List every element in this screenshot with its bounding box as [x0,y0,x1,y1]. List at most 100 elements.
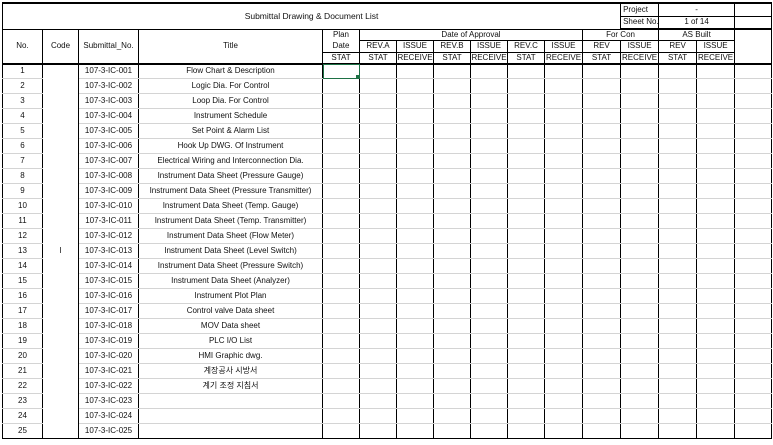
empty-cell[interactable] [544,348,583,364]
header-rev-c[interactable]: REV.C [507,40,545,53]
empty-cell[interactable] [433,123,471,139]
title-cell[interactable]: Instrument Data Sheet (Pressure Transmit… [138,183,323,199]
row-no-cell[interactable]: 7 [2,153,43,169]
empty-cell[interactable] [696,123,736,139]
empty-cell[interactable] [696,198,736,214]
empty-cell[interactable] [322,318,360,334]
empty-cell[interactable] [507,93,545,109]
header-receive-a[interactable]: RECEIVE [396,52,434,65]
empty-cell[interactable] [620,123,660,139]
empty-cell[interactable] [470,393,508,409]
row-no-cell[interactable]: 4 [2,108,43,124]
empty-cell[interactable] [322,228,360,244]
empty-cell[interactable] [544,228,583,244]
empty-cell[interactable] [582,408,622,424]
header-empty[interactable] [734,29,773,65]
empty-cell[interactable] [470,213,508,229]
empty-cell[interactable] [620,228,660,244]
empty-cell[interactable] [433,153,471,169]
empty-cell[interactable] [658,303,698,319]
header-rev-b[interactable]: REV.B [433,40,471,53]
empty-cell[interactable] [658,93,698,109]
empty-cell[interactable] [359,243,397,259]
empty-cell[interactable] [507,258,545,274]
empty-cell[interactable] [696,378,736,394]
empty-cell[interactable] [734,108,773,124]
empty-cell[interactable] [359,258,397,274]
empty-cell[interactable] [507,408,545,424]
empty-cell[interactable] [396,123,434,139]
empty-cell[interactable] [658,168,698,184]
empty-cell[interactable] [582,198,622,214]
empty-cell[interactable] [433,303,471,319]
title-cell[interactable]: Instrument Schedule [138,108,323,124]
title-cell[interactable]: Instrument Data Sheet (Flow Meter) [138,228,323,244]
empty-cell[interactable] [658,138,698,154]
sheet-no-label[interactable]: Sheet No. [620,16,660,30]
empty-cell[interactable] [359,138,397,154]
title-cell[interactable]: Loop Dia. For Control [138,93,323,109]
title-cell[interactable]: Instrument Data Sheet (Pressure Switch) [138,258,323,274]
header-for-con-receive[interactable]: RECEIVE [620,52,660,65]
submittal-no-cell[interactable]: 107-3-IC-004 [78,108,139,124]
empty-cell[interactable] [582,348,622,364]
title-cell[interactable]: Electrical Wiring and Interconnection Di… [138,153,323,169]
empty-cell[interactable] [396,138,434,154]
row-no-cell[interactable]: 1 [2,63,43,79]
empty-cell[interactable] [620,348,660,364]
empty-cell[interactable] [582,243,622,259]
empty-cell[interactable] [470,348,508,364]
title-cell[interactable]: Instrument Data Sheet (Temp. Gauge) [138,198,323,214]
empty-cell[interactable] [396,258,434,274]
empty-cell[interactable] [544,213,583,229]
empty-cell[interactable] [544,273,583,289]
empty-cell[interactable] [696,138,736,154]
title-cell[interactable]: Instrument Data Sheet (Pressure Gauge) [138,168,323,184]
row-no-cell[interactable]: 10 [2,198,43,214]
empty-cell[interactable] [620,288,660,304]
empty-cell[interactable] [470,123,508,139]
header-plan-stat[interactable]: STAT [322,51,360,65]
empty-cell[interactable] [620,408,660,424]
empty-cell[interactable] [396,93,434,109]
row-no-cell[interactable]: 9 [2,183,43,199]
empty-cell[interactable] [322,363,360,379]
empty-cell[interactable] [658,318,698,334]
empty-cell[interactable] [507,273,545,289]
header-submittal-no[interactable]: Submittal_No. [78,29,139,65]
empty-cell[interactable] [507,303,545,319]
empty-cell[interactable] [658,63,698,79]
empty-cell[interactable] [433,378,471,394]
empty-cell[interactable] [658,108,698,124]
empty-cell[interactable] [696,108,736,124]
empty-cell[interactable] [582,333,622,349]
empty-cell[interactable] [734,138,773,154]
row-no-cell[interactable]: 14 [2,258,43,274]
row-no-cell[interactable]: 2 [2,78,43,94]
row-no-cell[interactable]: 21 [2,363,43,379]
empty-cell[interactable] [470,228,508,244]
empty-cell[interactable] [582,288,622,304]
empty-cell[interactable] [507,213,545,229]
empty-cell[interactable] [696,243,736,259]
empty-cell[interactable] [396,198,434,214]
empty-cell[interactable] [433,138,471,154]
empty-cell[interactable] [620,108,660,124]
empty-cell[interactable] [507,198,545,214]
empty-cell[interactable] [620,138,660,154]
empty-cell[interactable] [696,288,736,304]
empty-cell[interactable] [396,318,434,334]
empty-cell[interactable] [658,243,698,259]
empty-cell[interactable] [658,273,698,289]
empty-cell[interactable] [658,363,698,379]
row-no-cell[interactable]: 25 [2,423,43,439]
empty-cell[interactable] [734,228,773,244]
empty-cell[interactable] [620,378,660,394]
empty-cell[interactable] [544,408,583,424]
empty-cell[interactable] [582,63,622,79]
header-for-con-rev[interactable]: REV [582,40,622,53]
empty-cell[interactable] [396,108,434,124]
empty-cell[interactable] [396,348,434,364]
empty-cell[interactable] [322,198,360,214]
empty-cell[interactable] [582,393,622,409]
